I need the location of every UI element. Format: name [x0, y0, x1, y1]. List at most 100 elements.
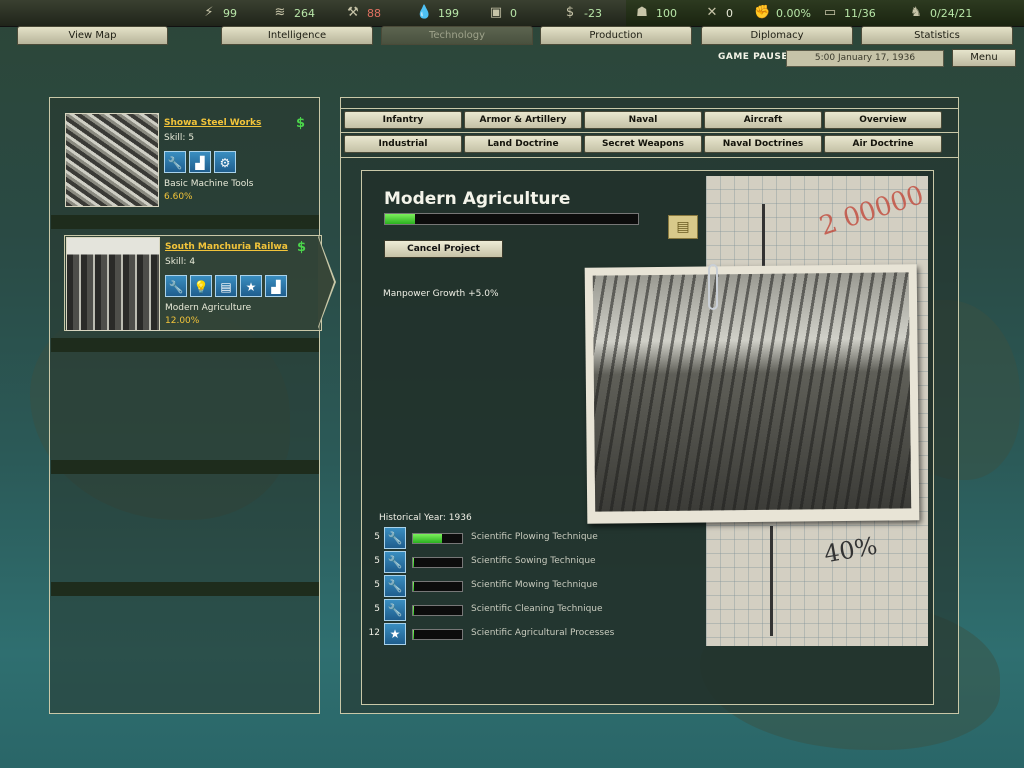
tech-component[interactable]: 5 🔧 Scientific Plowing Technique	[366, 527, 666, 549]
computer-icon: ▤	[215, 275, 237, 297]
handwritten-number: 2 00000	[815, 180, 928, 242]
component-progress-bar	[412, 533, 463, 544]
game-date[interactable]: 5:00 January 17, 1936	[786, 50, 944, 67]
tech-component[interactable]: 12 ★ Scientific Agricultural Processes	[366, 623, 666, 645]
transport-icon: ▭	[823, 5, 837, 20]
category-naval-doctrines[interactable]: Naval Doctrines	[704, 135, 822, 153]
resource-money[interactable]: $ -23	[562, 4, 602, 22]
component-progress-fill	[413, 558, 415, 567]
wrench-icon: 🔧	[164, 151, 186, 173]
team-photo	[65, 113, 159, 207]
slot-separator	[51, 215, 319, 229]
money-icon: $	[297, 240, 307, 255]
resource-value: 199	[438, 6, 459, 20]
component-name: Scientific Cleaning Technique	[471, 604, 603, 614]
tech-effect: Manpower Growth +5.0%	[383, 289, 499, 299]
component-level: 5	[374, 556, 380, 566]
resource-value: 100	[656, 6, 677, 20]
component-progress-bar	[412, 581, 463, 592]
team-skill: Skill: 4	[165, 257, 196, 267]
tab-intelligence[interactable]: Intelligence	[221, 26, 373, 45]
officers-icon: ♞	[910, 5, 922, 20]
divider	[341, 108, 958, 109]
team-progress: 12.00%	[165, 316, 200, 326]
resource-transport[interactable]: ▭ 11/36	[822, 4, 876, 22]
wrench-icon: 🔧	[384, 575, 406, 597]
team-slot-selected[interactable]: South Manchuria Railwa $ Skill: 4 🔧 💡 ▤ …	[64, 235, 322, 331]
component-level: 5	[374, 532, 380, 542]
metal-icon: ≋	[274, 5, 286, 20]
scribble	[770, 526, 773, 636]
category-infantry[interactable]: Infantry	[344, 111, 462, 129]
tab-production[interactable]: Production	[540, 26, 692, 45]
category-overview[interactable]: Overview	[824, 111, 942, 129]
main-tabs: View Map Intelligence Technology Product…	[0, 26, 1024, 46]
team-slot[interactable]: Showa Steel Works $ Skill: 5 🔧 ▟ ⚙ Basic…	[64, 112, 320, 208]
wrench-icon: 🔧	[384, 527, 406, 549]
category-air-doctrine[interactable]: Air Doctrine	[824, 135, 942, 153]
component-name: Scientific Agricultural Processes	[471, 628, 615, 638]
star-icon: ★	[384, 623, 406, 645]
component-level: 5	[374, 580, 380, 590]
tab-statistics[interactable]: Statistics	[861, 26, 1013, 45]
component-level: 12	[368, 628, 380, 638]
resource-oil[interactable]: 💧 199	[416, 4, 459, 22]
slot-separator	[51, 460, 319, 474]
manpower-icon: ☗	[636, 5, 648, 20]
divider	[341, 132, 958, 133]
resource-rare-materials[interactable]: ⚒ 88	[345, 4, 381, 22]
team-specialties: 🔧 ▟ ⚙	[164, 151, 236, 173]
folder-icon[interactable]: ▤	[668, 215, 698, 239]
resource-supplies[interactable]: ▣ 0	[488, 4, 517, 22]
diplomacy-icon: ✕	[706, 5, 718, 20]
resource-officers[interactable]: ♞ 0/24/21	[908, 4, 972, 22]
resource-metal[interactable]: ≋ 264	[272, 4, 315, 22]
tab-diplomacy[interactable]: Diplomacy	[701, 26, 853, 45]
resource-value: 99	[223, 6, 237, 20]
tab-technology[interactable]: Technology	[381, 26, 533, 45]
category-secret-weapons[interactable]: Secret Weapons	[584, 135, 702, 153]
historical-year: Historical Year: 1936	[379, 513, 472, 523]
cancel-project-button[interactable]: Cancel Project	[384, 240, 503, 258]
category-armor-artillery[interactable]: Armor & Artillery	[464, 111, 582, 129]
category-industrial[interactable]: Industrial	[344, 135, 462, 153]
wrench-icon: 🔧	[384, 551, 406, 573]
category-naval[interactable]: Naval	[584, 111, 702, 129]
resource-value: -23	[584, 6, 602, 20]
resource-diplomacy[interactable]: ✕ 0	[704, 4, 733, 22]
energy-icon: ⚡	[204, 5, 214, 20]
slot-separator	[51, 582, 319, 596]
resource-value: 88	[367, 6, 381, 20]
slot-separator	[51, 338, 319, 352]
category-aircraft[interactable]: Aircraft	[704, 111, 822, 129]
component-name: Scientific Sowing Technique	[471, 556, 596, 566]
selection-arrow-fill	[318, 237, 334, 327]
menu-button[interactable]: Menu	[952, 49, 1016, 67]
tech-progress-bar	[384, 213, 639, 225]
team-photo	[66, 237, 160, 331]
resource-dissent[interactable]: ✊ 0.00%	[754, 4, 811, 22]
tech-title: Modern Agriculture	[384, 189, 571, 209]
team-name: South Manchuria Railwa	[165, 242, 288, 252]
money-icon: $	[565, 5, 575, 20]
category-land-doctrine[interactable]: Land Doctrine	[464, 135, 582, 153]
tech-component[interactable]: 5 🔧 Scientific Cleaning Technique	[366, 599, 666, 621]
team-skill: Skill: 5	[164, 133, 195, 143]
star-icon: ★	[240, 275, 262, 297]
resource-value: 0	[726, 6, 733, 20]
factory-icon: ▟	[265, 275, 287, 297]
component-progress-fill	[413, 582, 415, 591]
component-progress-fill	[413, 534, 443, 543]
resource-energy[interactable]: ⚡ 99	[201, 4, 237, 22]
resource-manpower[interactable]: ☗ 100	[634, 4, 677, 22]
component-progress-fill	[413, 606, 415, 615]
tech-component[interactable]: 5 🔧 Scientific Sowing Technique	[366, 551, 666, 573]
dissent-icon: ✊	[754, 5, 771, 20]
tab-view-map[interactable]: View Map	[17, 26, 168, 45]
team-specialties: 🔧 💡 ▤ ★ ▟	[165, 275, 287, 297]
team-project: Modern Agriculture	[165, 303, 252, 313]
tech-component[interactable]: 5 🔧 Scientific Mowing Technique	[366, 575, 666, 597]
paperclip-icon	[708, 264, 718, 310]
rare-materials-icon: ⚒	[347, 5, 359, 20]
team-project: Basic Machine Tools	[164, 179, 254, 189]
